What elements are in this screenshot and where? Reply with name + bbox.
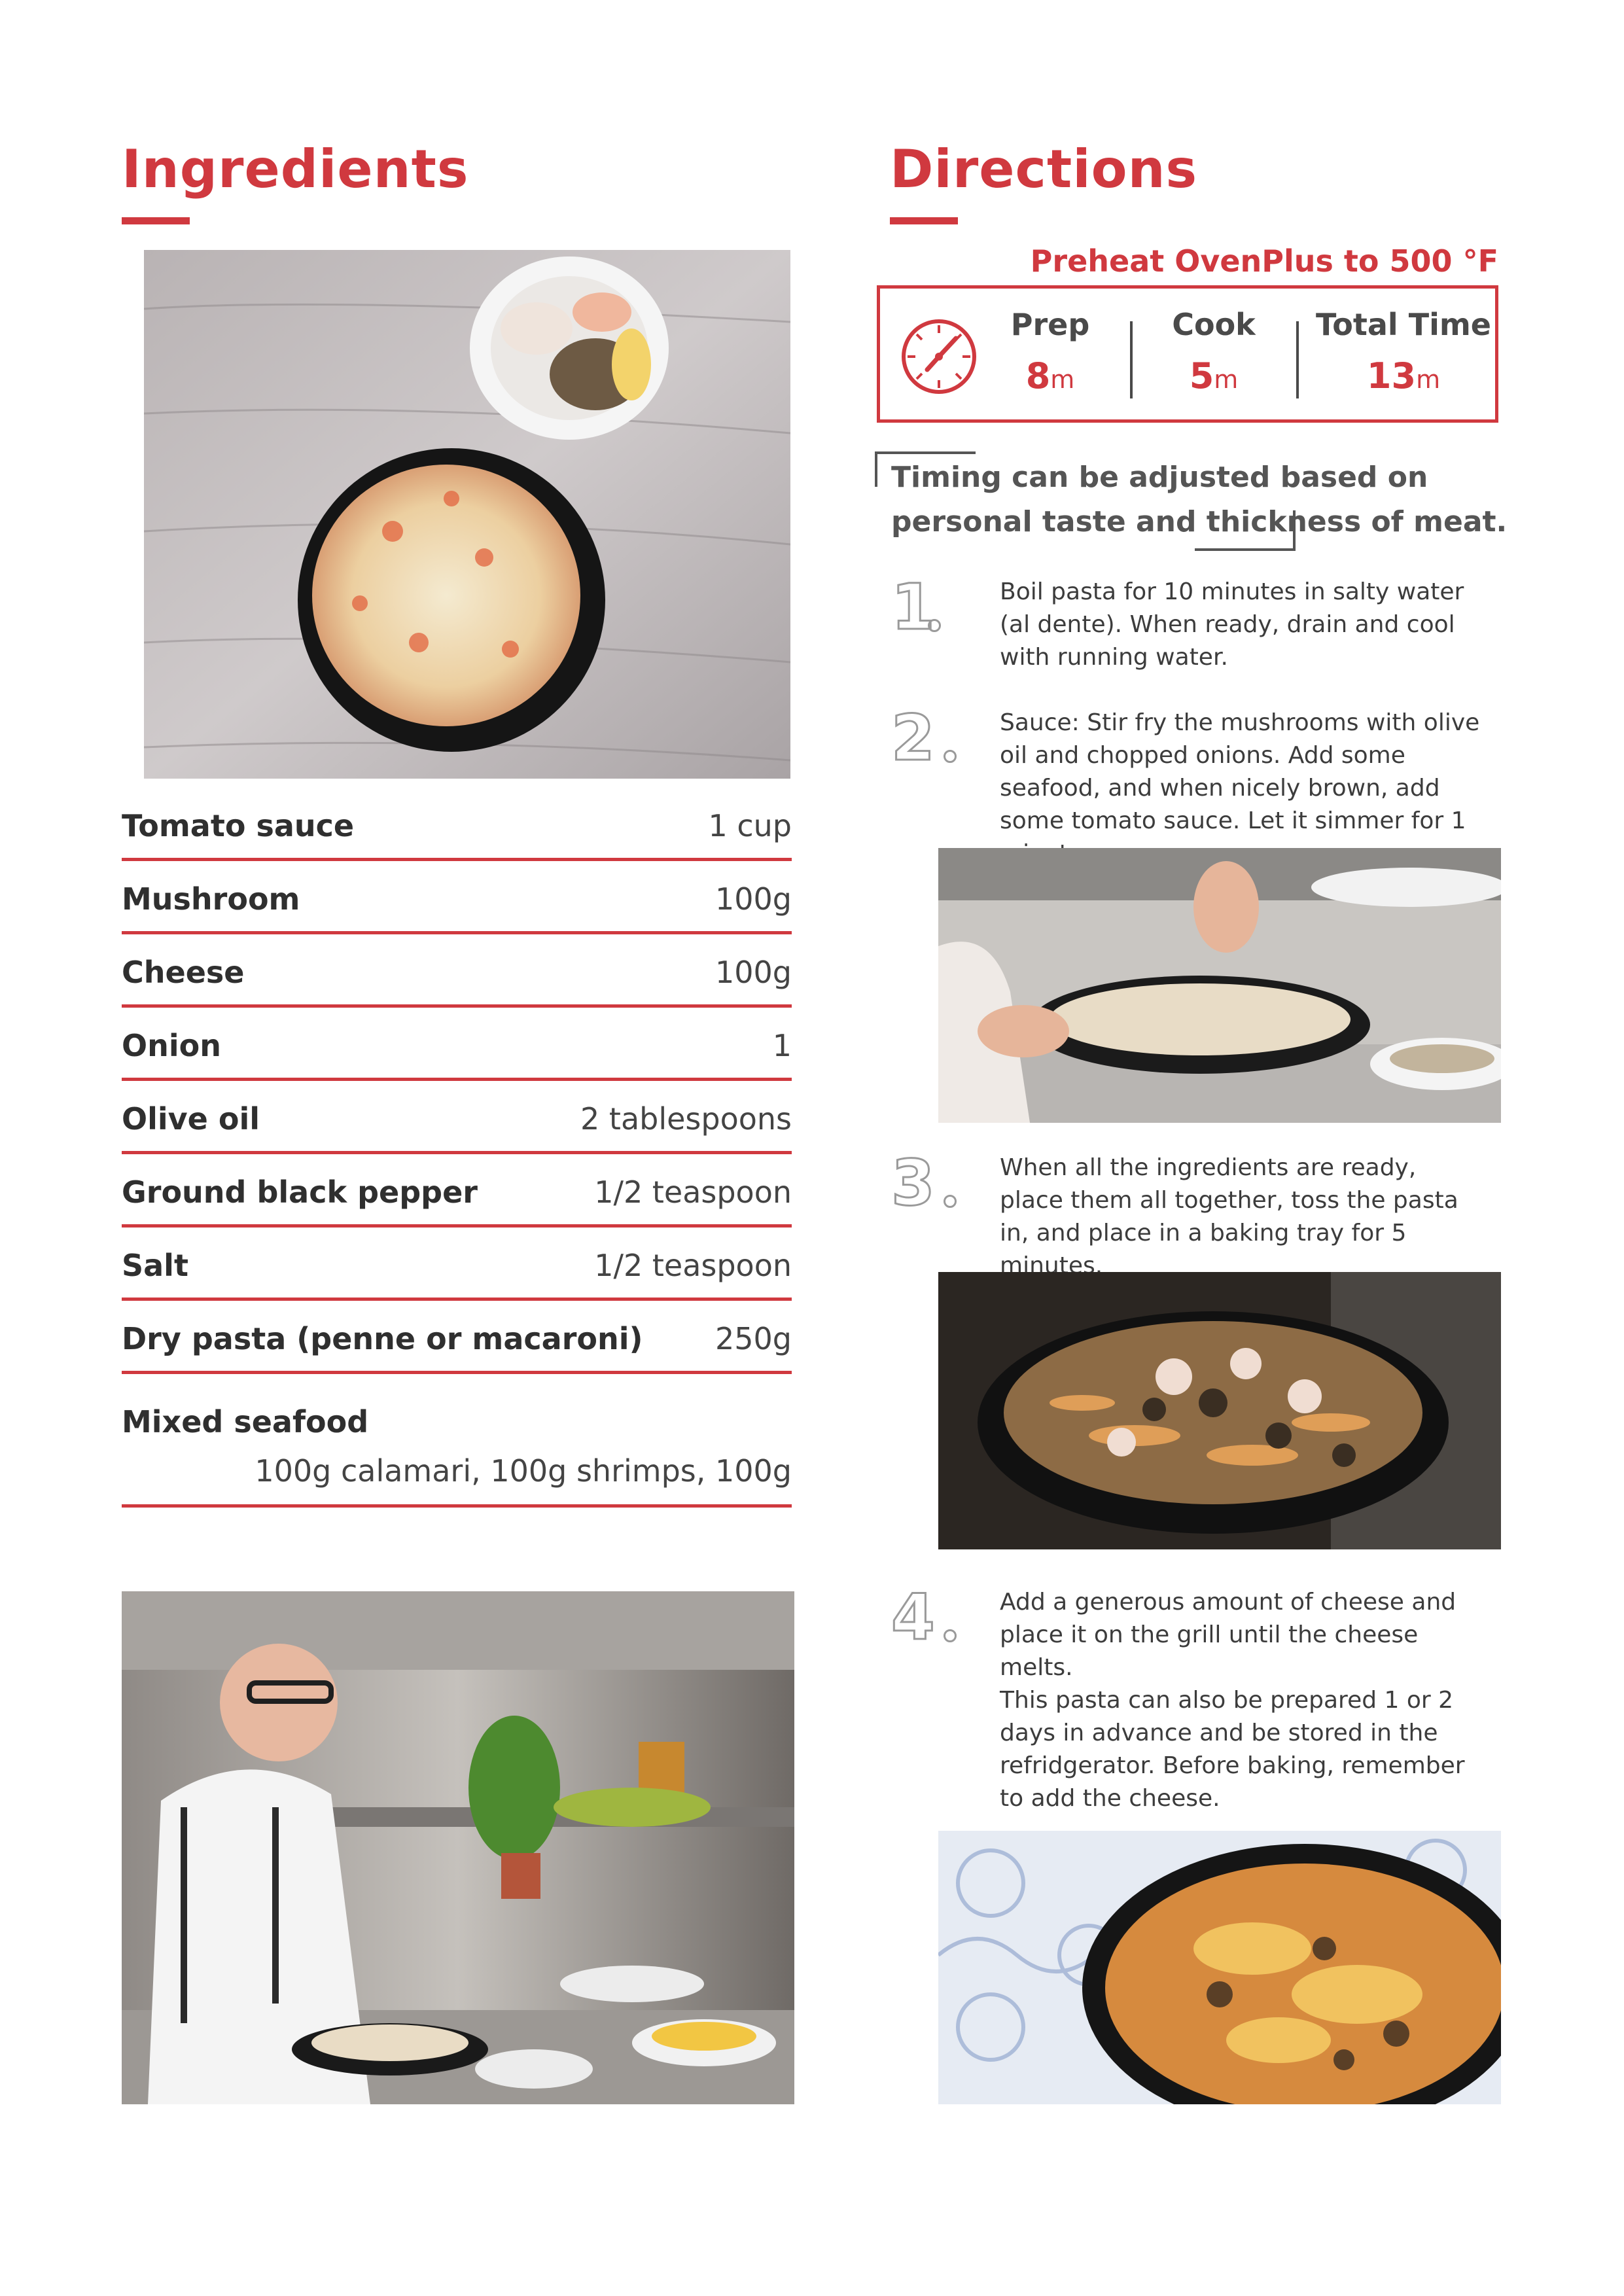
ingredient-row: Onion 1	[122, 1010, 792, 1081]
ingredient-quantity: 1	[772, 1028, 792, 1063]
ingredient-quantity: 1/2 teaspoon	[594, 1248, 792, 1283]
ingredient-name: Salt	[122, 1248, 188, 1283]
ingredient-row: Mixed seafood 100g calamari, 100g shrimp…	[122, 1377, 792, 1508]
make-ahead-note: This pasta can also be prepared 1 or 2 d…	[1000, 1687, 1465, 1812]
ingredient-quantity: 1/2 teaspoon	[594, 1174, 792, 1210]
ingredient-quantity: 250g	[715, 1321, 792, 1356]
step-text: Sauce: Stir fry the mushrooms with olive…	[1000, 709, 1480, 867]
ingredients-heading-underline	[122, 217, 190, 224]
ingredient-quantity: 100g	[715, 881, 792, 917]
ingredient-quantity: 100g calamari, 100g shrimps, 100g	[255, 1453, 792, 1489]
step-number: 2	[891, 701, 936, 775]
step-dot	[928, 619, 941, 632]
timer-icon	[898, 315, 980, 396]
ingredient-quantity: 100g	[715, 955, 792, 990]
cook-time: Cook 5m	[1135, 289, 1292, 397]
ingredient-row: Ground black pepper 1/2 teaspoon	[122, 1157, 792, 1227]
ingredient-name: Mixed seafood	[122, 1404, 369, 1439]
chef-photo	[122, 1591, 794, 2104]
total-time-unit: m	[1416, 365, 1441, 394]
prep-time: Prep 8m	[972, 289, 1129, 397]
ingredient-row: Olive oil 2 tablespoons	[122, 1084, 792, 1154]
time-divider	[1130, 321, 1133, 398]
ingredient-name: Dry pasta (penne or macaroni)	[122, 1321, 643, 1356]
ingredient-list: Tomato sauce 1 cup Mushroom 100g Cheese …	[122, 790, 792, 1508]
ingredient-name: Olive oil	[122, 1101, 260, 1137]
ingredient-row: Salt 1/2 teaspoon	[122, 1230, 792, 1301]
ingredient-row: Mushroom 100g	[122, 864, 792, 934]
tossed-pasta-photo	[938, 1272, 1501, 1549]
ingredient-row: Tomato sauce 1 cup	[122, 790, 792, 861]
ingredient-name: Ground black pepper	[122, 1174, 478, 1210]
ingredient-quantity: 1 cup	[708, 808, 792, 843]
total-time-label: Total Time	[1316, 307, 1491, 342]
timing-note: Timing can be adjusted based on personal…	[891, 461, 1508, 539]
step-number: 4	[891, 1581, 936, 1654]
prep-time-unit: m	[1050, 365, 1075, 394]
ingredient-row: Cheese 100g	[122, 937, 792, 1008]
ingredient-name: Onion	[122, 1028, 221, 1063]
step-text: Add a generous amount of cheese and plac…	[1000, 1589, 1456, 1681]
total-time: Total Time 13m	[1312, 289, 1495, 397]
time-summary-box: Prep 8m Cook 5m Total Time 13m	[877, 285, 1498, 423]
ingredient-row: Dry pasta (penne or macaroni) 250g	[122, 1303, 792, 1374]
step-number: 3	[891, 1146, 936, 1220]
ingredient-name: Cheese	[122, 955, 245, 990]
step-dot	[944, 1195, 957, 1208]
step-text: Boil pasta for 10 minutes in salty water…	[1000, 578, 1464, 671]
step-text: When all the ingredients are ready, plac…	[1000, 1154, 1458, 1279]
ingredient-quantity: 2 tablespoons	[580, 1101, 792, 1137]
ingredients-heading: Ingredients	[122, 139, 469, 200]
prep-time-label: Prep	[1010, 307, 1090, 342]
directions-heading-underline	[890, 217, 958, 224]
ingredient-name: Mushroom	[122, 881, 300, 917]
ingredient-name: Tomato sauce	[122, 808, 355, 843]
cook-time-unit: m	[1214, 365, 1239, 394]
pasta-bake-photo	[144, 250, 790, 779]
preheat-instruction: Preheat OvenPlus to 500 °F	[1030, 243, 1498, 279]
total-time-value: 13	[1366, 355, 1417, 397]
cook-time-label: Cook	[1172, 307, 1256, 342]
step-dot	[944, 750, 957, 763]
cook-time-value: 5	[1189, 355, 1214, 397]
directions-heading: Directions	[890, 139, 1198, 200]
time-divider	[1296, 321, 1299, 398]
step-dot	[944, 1629, 957, 1642]
baked-pasta-photo	[938, 1831, 1501, 2104]
prep-time-value: 8	[1025, 355, 1051, 397]
sprinkling-cheese-photo	[938, 848, 1501, 1123]
